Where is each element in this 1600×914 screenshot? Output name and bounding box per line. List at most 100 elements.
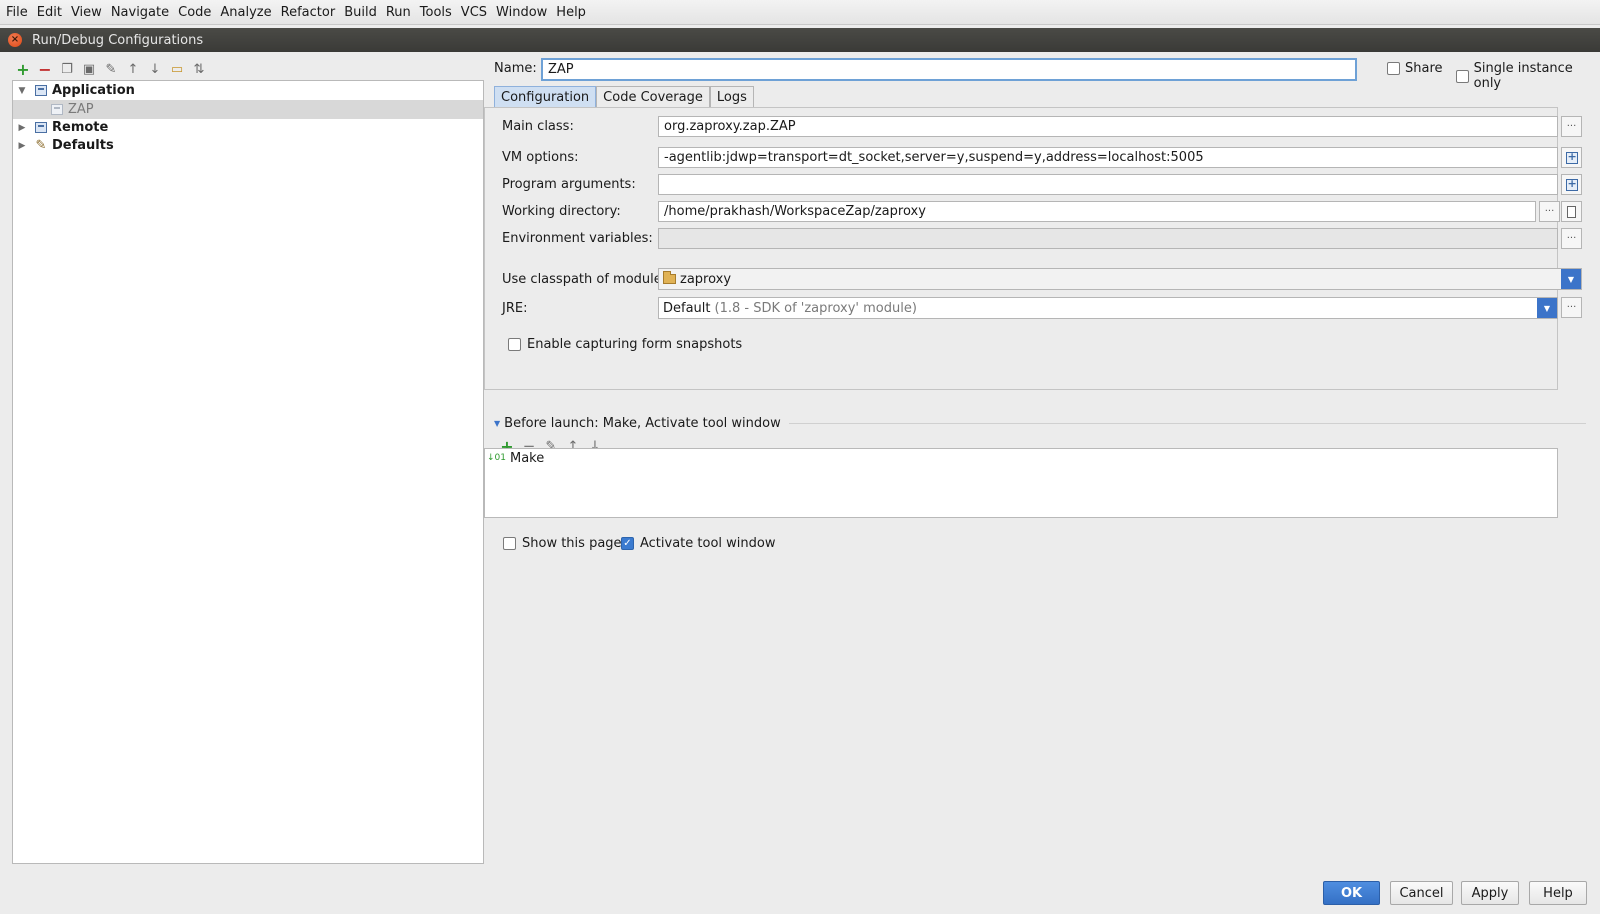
menu-navigate[interactable]: Navigate (111, 5, 169, 20)
document-icon (1567, 205, 1576, 218)
menu-view[interactable]: View (71, 5, 102, 20)
application-icon (49, 103, 65, 117)
working-directory-input[interactable]: /home/prakhash/WorkspaceZap/zaproxy (658, 201, 1536, 222)
menu-code[interactable]: Code (178, 5, 211, 20)
vm-options-label: VM options: (502, 150, 579, 165)
expanded-arrow-icon[interactable]: ▼ (15, 86, 29, 96)
snapshots-option[interactable]: Enable capturing form snapshots (508, 337, 742, 352)
browse-directory-button[interactable]: ··· (1539, 201, 1560, 222)
expand-icon (1565, 150, 1578, 164)
name-input[interactable]: ZAP (541, 58, 1357, 81)
list-item[interactable]: ↓01 Make (485, 449, 1557, 467)
menu-vcs[interactable]: VCS (461, 5, 487, 20)
menu-analyze[interactable]: Analyze (220, 5, 271, 20)
expand-icon (1565, 177, 1578, 191)
share-checkbox[interactable] (1387, 62, 1400, 75)
tree-node-label: ZAP (68, 102, 94, 117)
before-launch-title: Before launch: Make, Activate tool windo… (504, 416, 781, 431)
help-button[interactable]: Help (1529, 881, 1587, 905)
tree-node-application[interactable]: ▼ Application (13, 81, 483, 100)
menu-tools[interactable]: Tools (420, 5, 452, 20)
folder-icon[interactable]: ▭ (168, 60, 186, 78)
cancel-button[interactable]: Cancel (1390, 881, 1453, 905)
collapsed-arrow-icon[interactable]: ▶ (15, 141, 29, 151)
tab-logs[interactable]: Logs (709, 86, 754, 108)
show-page-checkbox[interactable] (503, 537, 516, 550)
tab-code-coverage[interactable]: Code Coverage (596, 86, 710, 108)
activate-window-label: Activate tool window (640, 536, 776, 551)
jre-select[interactable]: Default (1.8 - SDK of 'zaproxy' module) … (658, 297, 1558, 319)
show-page-option[interactable]: Show this page (503, 536, 622, 551)
tab-configuration[interactable]: Configuration (494, 86, 597, 108)
divider (788, 423, 1586, 424)
menu-window[interactable]: Window (496, 5, 547, 20)
snapshots-checkbox[interactable] (508, 338, 521, 351)
tree-node-label: Remote (52, 120, 109, 135)
menu-refactor[interactable]: Refactor (281, 5, 336, 20)
classpath-module-label: Use classpath of module: (502, 272, 667, 287)
environment-variables-input[interactable] (658, 228, 1558, 249)
main-class-input[interactable]: org.zaproxy.zap.ZAP (658, 116, 1558, 137)
activate-window-checkbox[interactable]: ✓ (621, 537, 634, 550)
tree-node-defaults[interactable]: ▶ ✎ Defaults (13, 136, 483, 155)
list-item-label: Make (510, 450, 545, 466)
vm-options-input[interactable]: -agentlib:jdwp=transport=dt_socket,serve… (658, 147, 1558, 168)
single-instance-label: Single instance only (1473, 61, 1573, 91)
save-icon[interactable]: ▣ (80, 60, 98, 78)
expand-program-arguments-button[interactable] (1561, 174, 1582, 195)
menu-file[interactable]: File (6, 5, 28, 20)
chevron-down-icon[interactable]: ▼ (1561, 269, 1581, 289)
close-button[interactable]: × (8, 33, 22, 47)
wrench-icon[interactable]: ✎ (102, 60, 120, 78)
menu-help[interactable]: Help (556, 5, 586, 20)
tree-node-label: Defaults (52, 138, 114, 153)
move-up-icon[interactable]: ↑ (124, 60, 142, 78)
module-folder-icon (663, 271, 676, 284)
menu-bar: File Edit View Navigate Code Analyze Ref… (0, 0, 1600, 25)
config-toolbar: + − ❐ ▣ ✎ ↑ ↓ ▭ ⇅ (14, 60, 212, 79)
apply-button[interactable]: Apply (1461, 881, 1519, 905)
collapsed-arrow-icon[interactable]: ▶ (15, 123, 29, 133)
expand-vm-options-button[interactable] (1561, 147, 1582, 168)
make-icon: ↓01 (487, 453, 506, 463)
environment-variables-label: Environment variables: (502, 231, 653, 246)
program-arguments-label: Program arguments: (502, 177, 636, 192)
jre-value: Default (663, 300, 711, 316)
menu-build[interactable]: Build (344, 5, 377, 20)
share-option[interactable]: Share (1387, 61, 1443, 76)
ellipsis-icon: ··· (1566, 121, 1577, 132)
single-instance-option[interactable]: Single instance only (1456, 61, 1600, 91)
ellipsis-icon: ··· (1544, 206, 1555, 217)
share-label: Share (1405, 61, 1443, 76)
before-launch-header[interactable]: ▼ Before launch: Make, Activate tool win… (494, 416, 1586, 431)
edit-environment-button[interactable]: ··· (1561, 228, 1582, 249)
classpath-module-select[interactable]: zaproxy ▼ (658, 268, 1582, 290)
ellipsis-icon: ··· (1566, 302, 1577, 313)
ok-button[interactable]: OK (1323, 881, 1380, 905)
sort-icon[interactable]: ⇅ (190, 60, 208, 78)
menu-run[interactable]: Run (386, 5, 411, 20)
tree-node-zap[interactable]: ZAP (13, 100, 483, 119)
tree-node-remote[interactable]: ▶ Remote (13, 118, 483, 137)
dialog-title-bar: × Run/Debug Configurations (0, 28, 1600, 52)
tab-bar: Configuration Code Coverage Logs (494, 86, 754, 108)
browse-button[interactable]: ··· (1561, 116, 1582, 137)
add-icon[interactable]: + (14, 60, 32, 79)
single-instance-checkbox[interactable] (1456, 69, 1469, 83)
main-class-label: Main class: (502, 119, 574, 134)
collapse-arrow-icon[interactable]: ▼ (494, 419, 500, 428)
jre-label: JRE: (502, 301, 528, 316)
configuration-tree[interactable]: ▼ Application ZAP ▶ Remote ▶ ✎ Defaults (12, 80, 484, 864)
program-arguments-input[interactable] (658, 174, 1558, 195)
before-launch-list[interactable]: ↓01 Make (484, 448, 1558, 518)
menu-edit[interactable]: Edit (37, 5, 62, 20)
copy-icon[interactable]: ❐ (58, 60, 76, 78)
insert-macro-button[interactable] (1561, 201, 1582, 222)
snapshots-label: Enable capturing form snapshots (527, 337, 743, 352)
remove-icon[interactable]: − (36, 60, 54, 79)
browse-jre-button[interactable]: ··· (1561, 297, 1582, 318)
chevron-down-icon[interactable]: ▼ (1537, 298, 1557, 318)
activate-window-option[interactable]: ✓ Activate tool window (621, 536, 775, 551)
move-down-icon[interactable]: ↓ (146, 60, 164, 78)
working-directory-label: Working directory: (502, 204, 621, 219)
